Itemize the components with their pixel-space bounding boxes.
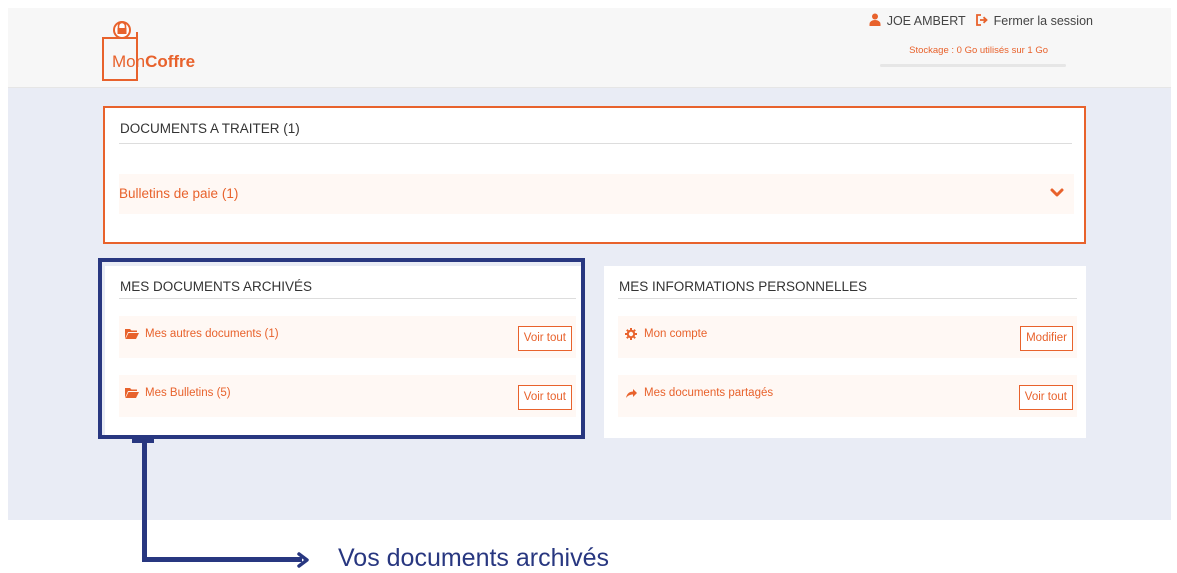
callout-connector-horizontal [142,557,302,562]
list-item-shared-documents[interactable]: Mes documents partagés Voir tout [618,375,1077,417]
arrow-right-icon [297,552,309,568]
moncoffre-logo[interactable]: MonCoffre [100,14,220,82]
accordion-payslips[interactable]: Bulletins de paie (1) [119,174,1074,214]
panel-title: MES INFORMATIONS PERSONNELLES [619,279,868,294]
list-item-other-documents[interactable]: Mes autres documents (1) Voir tout [119,316,576,358]
callout-label: Vos documents archivés [338,544,609,572]
accordion-label: Bulletins de paie (1) [119,186,239,201]
user-menu: JOE AMBERT Fermer la session [869,13,1093,29]
logo-text: MonCoffre [112,52,195,72]
archived-documents-panel: MES DOCUMENTS ARCHIVÉS Mes autres docume… [105,266,585,438]
storage-info: Stockage : 0 Go utilisés sur 1 Go [909,45,1048,56]
header: MonCoffre JOE AMBERT Fermer la session S… [8,8,1171,88]
view-all-button[interactable]: Voir tout [517,326,572,351]
user-icon [869,13,881,29]
list-item-label: Mon compte [644,328,708,340]
share-arrow-icon [626,389,637,398]
logout-icon[interactable] [975,13,988,29]
documents-to-process-panel: DOCUMENTS A TRAITER (1) Bulletins de pai… [103,106,1086,244]
list-item-payslips[interactable]: Mes Bulletins (5) Voir tout [119,375,576,417]
user-name[interactable]: JOE AMBERT [887,14,966,28]
app-window: MonCoffre JOE AMBERT Fermer la session S… [8,8,1171,520]
chevron-down-icon[interactable] [1048,183,1066,201]
list-item-my-account[interactable]: Mon compte Modifier [618,316,1077,358]
logout-link[interactable]: Fermer la session [994,14,1093,28]
gear-icon [625,328,637,340]
panel-title: MES DOCUMENTS ARCHIVÉS [120,279,313,294]
view-all-button[interactable]: Voir tout [1018,385,1073,410]
list-item-label: Mes Bulletins (5) [145,387,231,399]
view-all-button[interactable]: Voir tout [517,385,572,410]
personal-info-panel: MES INFORMATIONS PERSONNELLES Mon compte… [604,266,1086,438]
folder-open-icon [125,388,139,398]
storage-progress-bar [880,64,1066,67]
logo-text-prefix: Mon [112,52,146,71]
callout-connector-vertical [142,441,147,561]
divider [119,298,576,299]
logo-text-suffix: Coffre [145,52,196,71]
list-item-label: Mes autres documents (1) [145,328,279,340]
folder-open-icon [125,329,139,339]
divider [618,298,1077,299]
panel-title: DOCUMENTS A TRAITER (1) [120,121,300,136]
divider [119,143,1072,144]
edit-button[interactable]: Modifier [1020,326,1073,351]
list-item-label: Mes documents partagés [644,387,774,399]
